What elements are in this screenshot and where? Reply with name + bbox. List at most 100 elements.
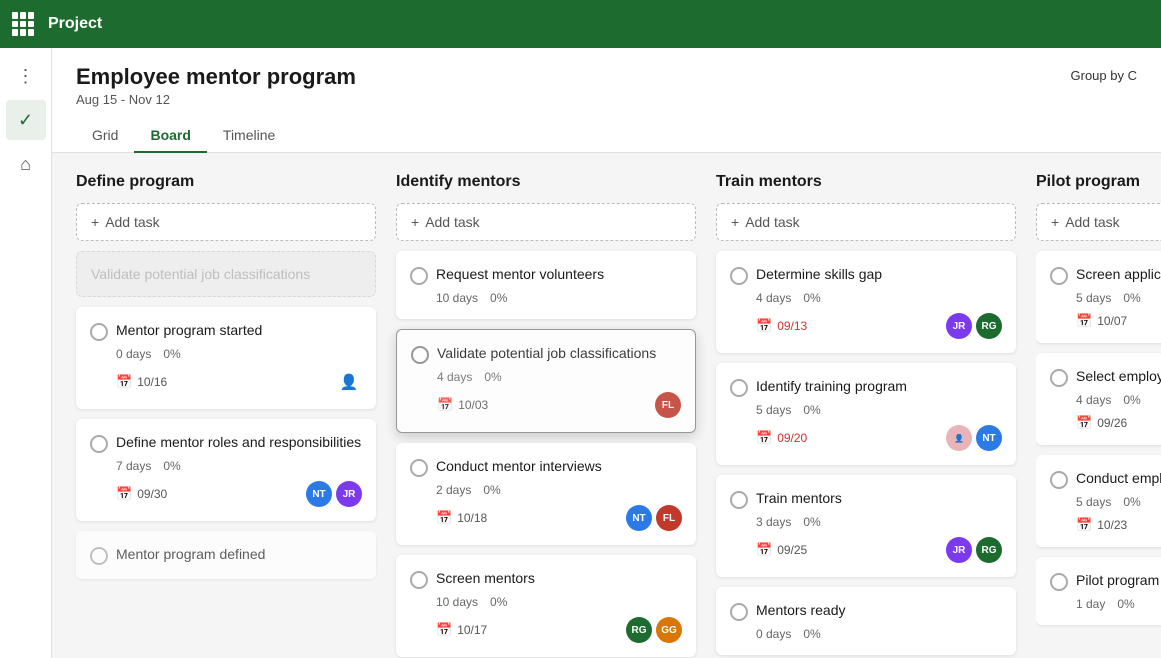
column-define: Define program + Add task Validate poten…	[76, 173, 376, 638]
app-grid-icon[interactable]	[12, 12, 36, 36]
task-days: 0 days	[116, 347, 151, 361]
task-days: 4 days	[437, 370, 472, 384]
task-circle[interactable]	[730, 491, 748, 509]
task-progress: 0%	[803, 403, 820, 417]
column-train: Train mentors + Add task Determine skill…	[716, 173, 1016, 638]
task-days: 5 days	[1076, 291, 1111, 305]
avatar-fl: FL	[655, 392, 681, 418]
task-days: 5 days	[1076, 495, 1111, 509]
board-area: Define program + Add task Validate poten…	[52, 153, 1161, 658]
add-task-define[interactable]: + Add task	[76, 203, 376, 241]
task-circle[interactable]	[730, 379, 748, 397]
task-card-train-mentors[interactable]: Train mentors 3 days 0% 📅 09/25 JR R	[716, 475, 1016, 577]
task-days: 7 days	[116, 459, 151, 473]
task-card-program-defined[interactable]: Mentor program defined	[76, 531, 376, 579]
add-task-train[interactable]: + Add task	[716, 203, 1016, 241]
task-progress: 0%	[803, 515, 820, 529]
column-title-train: Train mentors	[716, 173, 1016, 191]
calendar-icon: 📅	[1076, 313, 1092, 329]
project-dates: Aug 15 - Nov 12	[76, 92, 356, 107]
task-days: 0 days	[756, 627, 791, 641]
task-card-mentor-started[interactable]: Mentor program started 0 days 0% 📅 10/16…	[76, 307, 376, 409]
task-avatars: NT JR	[306, 481, 362, 507]
avatar-nt: NT	[306, 481, 332, 507]
avatar-jr: JR	[336, 481, 362, 507]
task-card-screen-applicants[interactable]: Screen applicants 5 days 0% 📅 10/07	[1036, 251, 1161, 343]
avatar-jr: JR	[946, 537, 972, 563]
task-avatars: RG GG	[626, 617, 682, 643]
task-title: Mentor program started	[116, 321, 262, 339]
avatar-rg: RG	[626, 617, 652, 643]
task-circle[interactable]	[90, 435, 108, 453]
task-circle[interactable]	[730, 267, 748, 285]
task-date-overdue: 📅 09/20	[756, 430, 807, 446]
column-title-pilot: Pilot program	[1036, 173, 1161, 191]
app-title: Project	[48, 15, 102, 33]
task-circle[interactable]	[1050, 471, 1068, 489]
column-identify: Identify mentors + Add task Request ment…	[396, 173, 696, 638]
task-card-mentors-ready[interactable]: Mentors ready 0 days 0%	[716, 587, 1016, 655]
task-circle[interactable]	[1050, 369, 1068, 387]
task-circle[interactable]	[90, 547, 108, 565]
group-by-label[interactable]: Group by C	[1071, 64, 1137, 83]
task-progress: 0%	[1117, 597, 1134, 611]
top-bar: Project	[0, 0, 1161, 48]
add-task-pilot[interactable]: + Add task	[1036, 203, 1161, 241]
task-card-pilot-program[interactable]: Pilot program 1 day 0%	[1036, 557, 1161, 625]
calendar-icon: 📅	[756, 542, 772, 558]
column-title-define: Define program	[76, 173, 376, 191]
task-days: 10 days	[436, 291, 478, 305]
task-circle[interactable]	[90, 323, 108, 341]
task-progress: 0%	[490, 291, 507, 305]
task-circle[interactable]	[730, 603, 748, 621]
task-card-conduct-employee[interactable]: Conduct emplo... 5 days 0% 📅 10/23	[1036, 455, 1161, 547]
calendar-icon: 📅	[437, 397, 453, 413]
task-title: Mentors ready	[756, 601, 845, 619]
task-progress: 0%	[1123, 495, 1140, 509]
project-title: Employee mentor program	[76, 64, 356, 90]
nav-check-icon[interactable]: ✓	[6, 100, 46, 140]
tab-grid[interactable]: Grid	[76, 119, 134, 153]
task-title: Mentor program defined	[116, 545, 265, 563]
task-circle[interactable]	[410, 267, 428, 285]
task-card-conduct-interviews[interactable]: Conduct mentor interviews 2 days 0% 📅 10…	[396, 443, 696, 545]
task-title: Request mentor volunteers	[436, 265, 604, 283]
tab-timeline[interactable]: Timeline	[207, 119, 291, 153]
calendar-icon: 📅	[116, 486, 132, 502]
avatar-rg: RG	[976, 313, 1002, 339]
task-days: 5 days	[756, 403, 791, 417]
task-card-define-roles[interactable]: Define mentor roles and responsibilities…	[76, 419, 376, 521]
task-card-request-volunteers[interactable]: Request mentor volunteers 10 days 0%	[396, 251, 696, 319]
task-avatars: JR RG	[946, 313, 1002, 339]
task-card-skills-gap[interactable]: Determine skills gap 4 days 0% 📅 09/13 J…	[716, 251, 1016, 353]
task-circle[interactable]	[410, 459, 428, 477]
task-card-validate-classifications[interactable]: Validate potential job classifications 4…	[396, 329, 696, 433]
task-circle[interactable]	[1050, 573, 1068, 591]
task-title: Screen applicants	[1076, 265, 1161, 283]
task-title: Validate potential job classifications	[437, 344, 656, 362]
task-date: 📅 10/03	[437, 397, 488, 413]
add-task-identify[interactable]: + Add task	[396, 203, 696, 241]
header: Employee mentor program Aug 15 - Nov 12 …	[52, 48, 1161, 153]
task-circle[interactable]	[411, 346, 429, 364]
task-card-training-program[interactable]: Identify training program 5 days 0% 📅 09…	[716, 363, 1016, 465]
nav-grid-icon[interactable]: ⌂	[6, 144, 46, 184]
task-progress: 0%	[1123, 291, 1140, 305]
task-circle[interactable]	[410, 571, 428, 589]
avatar-gg: GG	[656, 617, 682, 643]
task-card-select-employees[interactable]: Select employees 4 days 0% 📅 09/26	[1036, 353, 1161, 445]
ghost-card-define: Validate potential job classifications	[76, 251, 376, 297]
task-avatars: JR RG	[946, 537, 1002, 563]
assign-icon[interactable]: 👤	[336, 369, 362, 395]
task-title: Conduct mentor interviews	[436, 457, 602, 475]
task-date: 📅 10/18	[436, 510, 487, 526]
task-days: 2 days	[436, 483, 471, 497]
task-date: 📅 10/16	[116, 374, 167, 390]
task-circle[interactable]	[1050, 267, 1068, 285]
task-days: 3 days	[756, 515, 791, 529]
task-card-screen-mentors[interactable]: Screen mentors 10 days 0% 📅 10/17 RG	[396, 555, 696, 657]
tab-board[interactable]: Board	[134, 119, 206, 153]
task-avatars: FL	[655, 392, 681, 418]
nav-home-icon[interactable]: ⋮	[6, 56, 46, 96]
task-progress: 0%	[163, 347, 180, 361]
